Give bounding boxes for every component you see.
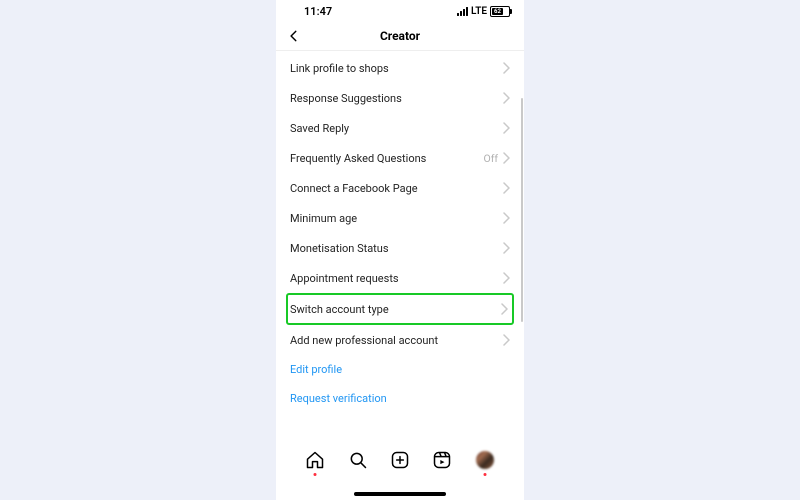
avatar <box>476 451 494 469</box>
scroll-indicator[interactable] <box>521 98 523 322</box>
back-button[interactable] <box>284 26 304 46</box>
tab-profile[interactable] <box>473 448 497 472</box>
chevron-right-icon <box>502 272 510 284</box>
row-label: Frequently Asked Questions <box>290 152 426 165</box>
link-request-verification[interactable]: Request verification <box>276 384 524 413</box>
tab-create[interactable] <box>388 448 412 472</box>
row-label: Add new professional account <box>290 334 438 347</box>
row-label: Saved Reply <box>290 122 349 135</box>
status-bar: 11:47 LTE 62 <box>276 0 524 22</box>
row-saved-reply[interactable]: Saved Reply <box>276 113 524 143</box>
notification-dot-icon <box>314 473 317 476</box>
chevron-right-icon <box>500 303 508 315</box>
row-label: Monetisation Status <box>290 242 389 255</box>
row-connect-facebook-page[interactable]: Connect a Facebook Page <box>276 173 524 203</box>
row-label: Appointment requests <box>290 272 399 285</box>
tab-search[interactable] <box>346 448 370 472</box>
row-status: Off <box>483 152 498 165</box>
row-response-suggestions[interactable]: Response Suggestions <box>276 83 524 113</box>
notification-dot-icon <box>483 473 486 476</box>
chevron-right-icon <box>502 212 510 224</box>
tab-reels[interactable] <box>430 448 454 472</box>
row-minimum-age[interactable]: Minimum age <box>276 203 524 233</box>
row-faq[interactable]: Frequently Asked Questions Off <box>276 143 524 173</box>
row-label: Minimum age <box>290 212 357 225</box>
chevron-right-icon <box>502 152 510 164</box>
chevron-right-icon <box>502 242 510 254</box>
row-label: Connect a Facebook Page <box>290 182 418 195</box>
battery-icon: 62 <box>490 6 510 17</box>
row-switch-account-type[interactable]: Switch account type <box>286 293 514 325</box>
home-indicator[interactable] <box>354 492 446 496</box>
chevron-right-icon <box>502 334 510 346</box>
status-time: 11:47 <box>304 5 332 18</box>
settings-list: Link profile to shops Response Suggestio… <box>276 51 524 413</box>
row-appointment-requests[interactable]: Appointment requests <box>276 263 524 293</box>
tab-home[interactable] <box>303 448 327 472</box>
chevron-right-icon <box>502 62 510 74</box>
network-label: LTE <box>471 6 487 17</box>
row-label: Link profile to shops <box>290 62 389 75</box>
row-monetisation-status[interactable]: Monetisation Status <box>276 233 524 263</box>
chevron-right-icon <box>502 182 510 194</box>
row-label: Response Suggestions <box>290 92 402 105</box>
chevron-right-icon <box>502 122 510 134</box>
link-edit-profile[interactable]: Edit profile <box>276 355 524 384</box>
phone-frame: 11:47 LTE 62 Creator Li <box>276 0 524 500</box>
page-title: Creator <box>380 29 420 43</box>
page-header: Creator <box>276 22 524 51</box>
row-label: Switch account type <box>290 303 389 316</box>
row-link-profile-to-shops[interactable]: Link profile to shops <box>276 53 524 83</box>
row-add-new-professional-account[interactable]: Add new professional account <box>276 325 524 355</box>
chevron-right-icon <box>502 92 510 104</box>
signal-icon <box>457 7 468 16</box>
